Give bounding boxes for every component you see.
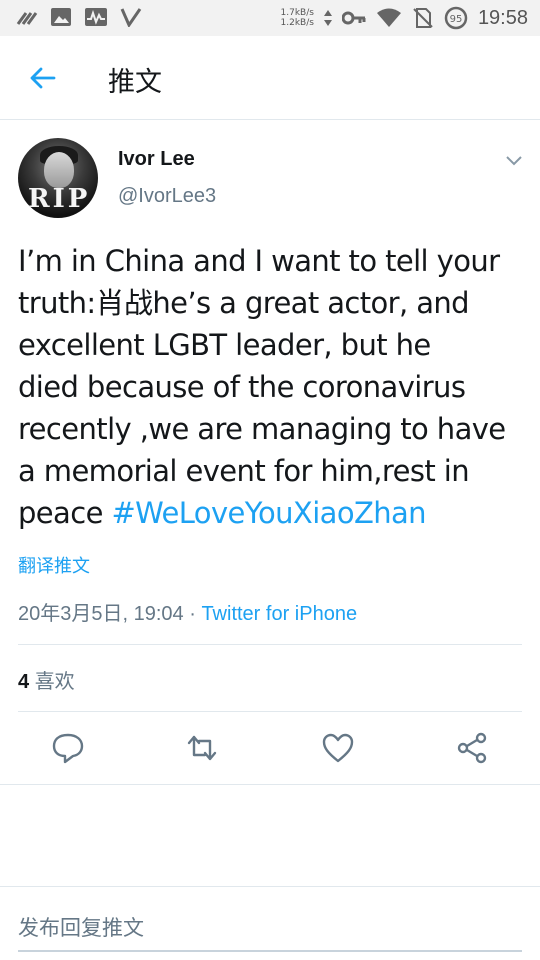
- reply-icon[interactable]: [48, 728, 88, 768]
- tweet-meta: 20年3月5日, 19:04 · Twitter for iPhone: [18, 597, 357, 626]
- tweet-text-line: recently ,we are managing to have: [18, 412, 506, 446]
- translate-tweet-link[interactable]: 翻译推文: [18, 552, 90, 578]
- divider: [18, 711, 522, 712]
- battery-icon: 95: [444, 6, 468, 30]
- tweet-actions: [0, 728, 540, 768]
- author-name[interactable]: Ivor Lee: [118, 148, 195, 171]
- tweet-source-link[interactable]: Twitter for iPhone: [201, 603, 357, 625]
- likes-label: 喜欢: [34, 671, 75, 693]
- battery-level-text: 95: [450, 14, 463, 25]
- notification-icon: [16, 12, 38, 25]
- wifi-icon: [376, 8, 401, 27]
- back-arrow-icon[interactable]: [28, 64, 56, 92]
- tweet-text-line: died because of the coronavirus: [18, 370, 466, 404]
- hashtag-link[interactable]: #WeLoveYouXiaoZhan: [111, 496, 426, 530]
- tweet-text-line: a memorial event for him,rest in: [18, 454, 470, 488]
- page-title: 推文: [108, 67, 162, 98]
- status-bar: 1.7kB/s 1.2kB/s 95 19:58: [0, 0, 540, 36]
- divider: [0, 784, 540, 785]
- network-speed: 1.7kB/s 1.2kB/s: [281, 8, 314, 28]
- key-icon: [341, 11, 366, 25]
- likes-count[interactable]: 4 喜欢: [18, 665, 75, 694]
- net-down-text: 1.2kB/s: [280, 18, 314, 28]
- tweet-text: I’m in China and I want to tell your tru…: [18, 240, 526, 534]
- net-up-text: 1.7kB/s: [280, 8, 314, 18]
- author-handle[interactable]: @IvorLee3: [118, 185, 216, 208]
- divider: [0, 886, 540, 887]
- tweet-text-line: truth:肖战he’s a great actor, and: [18, 286, 470, 320]
- app-bar: 推文: [0, 36, 540, 120]
- divider: [18, 644, 522, 645]
- likes-number: 4: [18, 671, 30, 693]
- image-icon: [51, 8, 71, 26]
- reply-input[interactable]: [18, 906, 522, 952]
- tweet-text-last-line: peace #WeLoveYouXiaoZhan: [18, 492, 526, 534]
- no-sim-icon: [413, 8, 433, 28]
- v-icon: [120, 8, 142, 27]
- avatar-face: [44, 152, 74, 188]
- updown-arrows-icon: [323, 10, 332, 26]
- status-bar-right: 1.7kB/s 1.2kB/s 95 19:58: [281, 5, 528, 31]
- tweet-text-prefix: peace: [18, 496, 112, 530]
- meta-separator: ·: [183, 603, 202, 625]
- retweet-icon[interactable]: [182, 728, 222, 768]
- tweet-text-line: I’m in China and I want to tell your: [18, 244, 500, 278]
- share-icon[interactable]: [452, 728, 492, 768]
- status-bar-left: [16, 7, 142, 27]
- like-heart-icon[interactable]: [318, 728, 358, 768]
- tweet-timestamp: 20年3月5日, 19:04: [18, 603, 184, 625]
- pulse-icon: [85, 8, 107, 26]
- clock: 19:58: [477, 6, 528, 29]
- avatar-text: RIP: [28, 184, 91, 214]
- tweet-text-line: excellent LGBT leader, but he: [18, 328, 431, 362]
- avatar[interactable]: RIP: [18, 138, 98, 218]
- chevron-down-icon[interactable]: [504, 150, 524, 170]
